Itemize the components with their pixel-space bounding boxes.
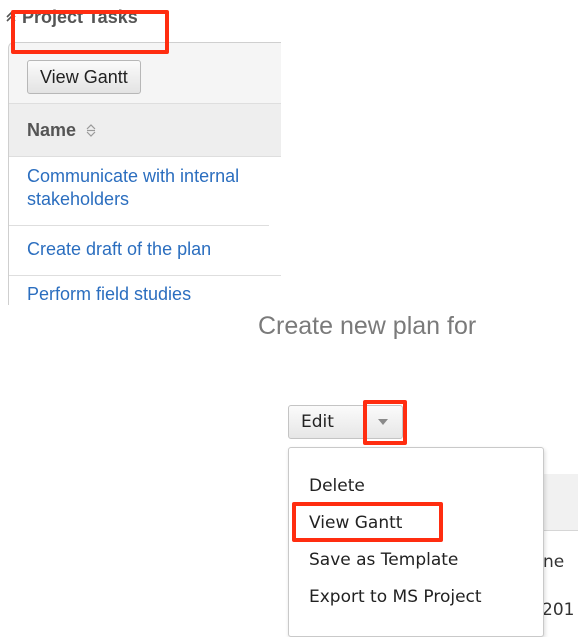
table-row: Perform field studies bbox=[9, 276, 281, 305]
actions-dropdown-menu: Delete View Gantt Save as Template Expor… bbox=[288, 447, 544, 637]
sort-up-down-icon[interactable] bbox=[84, 122, 98, 138]
task-link[interactable]: Perform field studies bbox=[27, 284, 191, 304]
column-header-name[interactable]: Name bbox=[9, 104, 281, 157]
menu-item-export-ms-project[interactable]: Export to MS Project bbox=[289, 579, 543, 616]
background-text-fragment: ne bbox=[543, 552, 565, 572]
menu-item-view-gantt[interactable]: View Gantt bbox=[289, 505, 543, 542]
caret-down-icon[interactable] bbox=[377, 413, 389, 431]
edit-button[interactable]: Edit bbox=[289, 406, 364, 438]
table-row: Create draft of the plan bbox=[9, 226, 281, 276]
double-chevron-up-icon[interactable] bbox=[4, 10, 18, 24]
project-tasks-panel: View Gantt Name Communicate with interna… bbox=[8, 42, 281, 305]
table-row: Communicate with internal stakeholders bbox=[9, 157, 269, 226]
menu-item-delete[interactable]: Delete bbox=[289, 468, 543, 505]
subpanel-title: Project Tasks bbox=[22, 6, 138, 27]
plan-page-title: Create new plan for bbox=[258, 312, 477, 340]
background-text-fragment: 201 bbox=[542, 600, 575, 620]
subpanel-header[interactable]: Project Tasks bbox=[4, 4, 138, 30]
column-header-label: Name bbox=[27, 119, 77, 140]
actions-dropdown-toggle[interactable] bbox=[364, 406, 402, 438]
view-gantt-button[interactable]: View Gantt bbox=[27, 60, 141, 94]
task-link[interactable]: Create draft of the plan bbox=[27, 239, 211, 259]
tasks-toolbar: View Gantt bbox=[9, 43, 281, 104]
background-panel-header bbox=[540, 474, 578, 531]
task-link[interactable]: Communicate with internal stakeholders bbox=[27, 166, 239, 209]
menu-item-save-as-template[interactable]: Save as Template bbox=[289, 542, 543, 579]
edit-action-button-group: Edit bbox=[288, 405, 403, 439]
